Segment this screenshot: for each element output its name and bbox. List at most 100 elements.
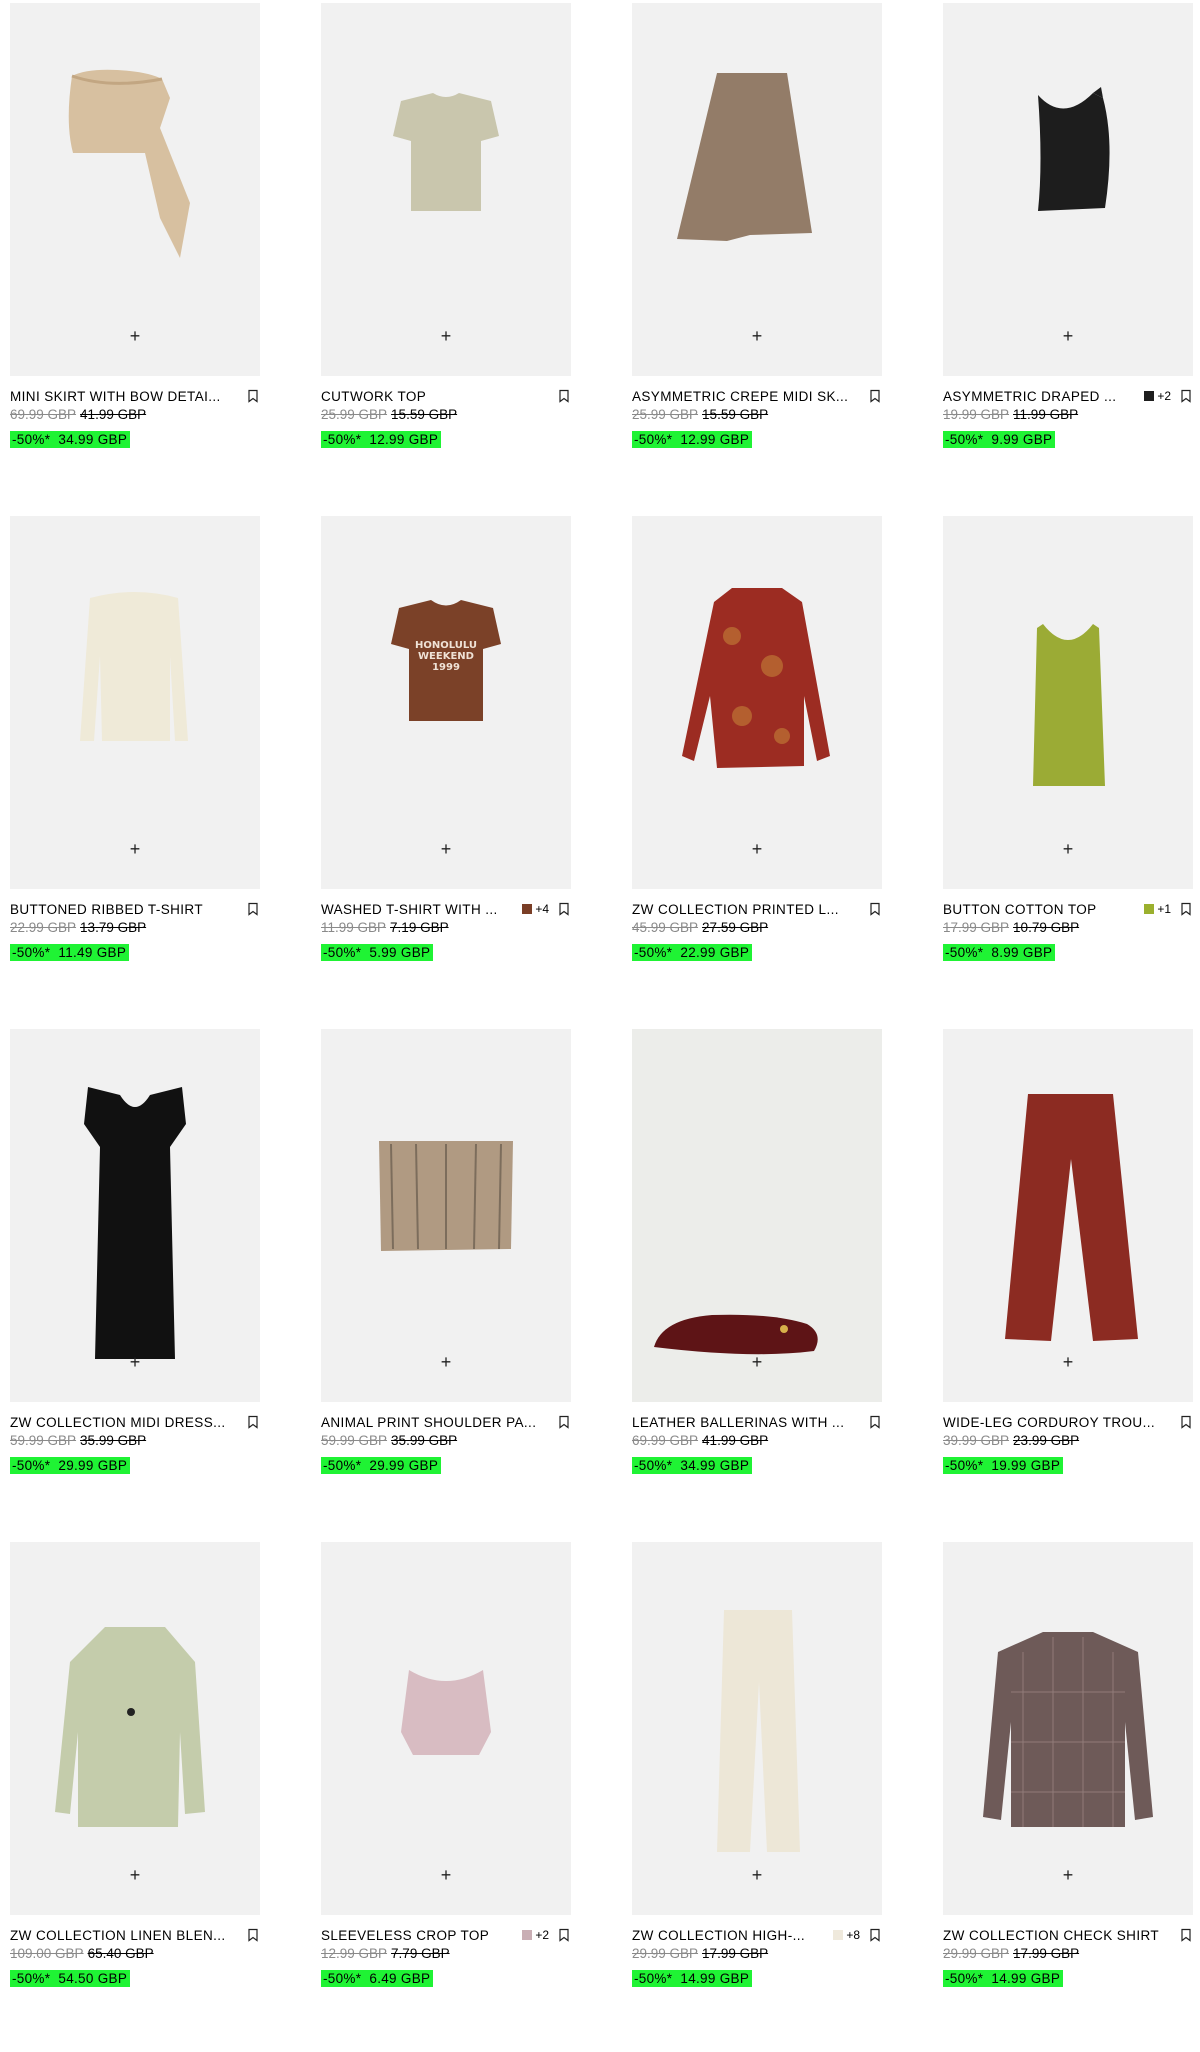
bookmark-icon[interactable]	[1179, 1414, 1193, 1430]
product-card[interactable]: + ANIMAL PRINT SHOULDER PA... 59.99 GBP 3…	[321, 1026, 571, 1539]
product-card[interactable]: + BUTTONED RIBBED T-SHIRT 22.99 GBP 13.79…	[10, 513, 260, 1026]
color-swatch[interactable]	[1144, 391, 1155, 401]
color-swatch[interactable]	[522, 1930, 533, 1940]
product-card[interactable]: + ASYMMETRIC DRAPED ... +2 19.99 GBP 11.9…	[943, 0, 1193, 513]
add-to-bag-icon[interactable]: +	[436, 326, 456, 346]
bookmark-icon[interactable]	[246, 388, 260, 404]
color-swatches[interactable]: +4	[522, 902, 549, 916]
color-swatch[interactable]	[833, 1930, 844, 1940]
product-name[interactable]: ZW COLLECTION PRINTED L...	[632, 902, 860, 917]
product-photo: HONOLULUWEEKEND1999	[391, 600, 501, 721]
bookmark-icon[interactable]	[1179, 388, 1193, 404]
add-to-bag-icon[interactable]: +	[125, 839, 145, 859]
add-to-bag-icon[interactable]: +	[1058, 326, 1078, 346]
bookmark-icon[interactable]	[1179, 1927, 1193, 1943]
product-card[interactable]: + ASYMMETRIC CREPE MIDI SK... 25.99 GBP 1…	[632, 0, 882, 513]
product-image[interactable]: HONOLULU WEEKEND 1999	[321, 516, 571, 889]
product-name[interactable]: WIDE-LEG CORDUROY TROU...	[943, 1415, 1171, 1430]
product-image[interactable]	[321, 1542, 571, 1915]
product-image[interactable]	[632, 516, 882, 889]
product-image[interactable]	[943, 1029, 1193, 1402]
svg-text:WEEKEND: WEEKEND	[418, 651, 474, 662]
product-card[interactable]: + SLEEVELESS CROP TOP +2 12.99 GBP 7.79 G…	[321, 1539, 571, 2052]
original-price: 17.99 GBP	[943, 920, 1010, 935]
color-swatches[interactable]: +2	[522, 1928, 549, 1942]
color-swatches[interactable]: +2	[1144, 389, 1171, 403]
product-photo	[983, 1632, 1153, 1827]
color-swatch[interactable]	[1144, 904, 1155, 914]
add-to-bag-icon[interactable]: +	[125, 1865, 145, 1885]
product-image[interactable]	[321, 1029, 571, 1402]
product-name[interactable]: ZW COLLECTION LINEN BLEN...	[10, 1928, 238, 1943]
product-name[interactable]: ZW COLLECTION HIGH-...	[632, 1928, 827, 1943]
product-image[interactable]	[10, 1029, 260, 1402]
price-row: 59.99 GBP 35.99 GBP	[321, 1433, 571, 1451]
product-name[interactable]: ZW COLLECTION CHECK SHIRT	[943, 1928, 1171, 1943]
product-name[interactable]: LEATHER BALLERINAS WITH ...	[632, 1415, 860, 1430]
add-to-bag-icon[interactable]: +	[1058, 839, 1078, 859]
sale-price-badge: -50%* 54.50 GBP	[10, 1970, 131, 1987]
add-to-bag-icon[interactable]: +	[125, 326, 145, 346]
add-to-bag-icon[interactable]: +	[1058, 1352, 1078, 1372]
product-name[interactable]: SLEEVELESS CROP TOP	[321, 1928, 516, 1943]
product-image[interactable]	[632, 1542, 882, 1915]
bookmark-icon[interactable]	[868, 1927, 882, 1943]
product-name[interactable]: ASYMMETRIC DRAPED ...	[943, 389, 1138, 404]
product-name[interactable]: BUTTON COTTON TOP	[943, 902, 1138, 917]
product-image[interactable]	[10, 516, 260, 889]
bookmark-icon[interactable]	[246, 901, 260, 917]
product-name[interactable]: BUTTONED RIBBED T-SHIRT	[10, 902, 238, 917]
add-to-bag-icon[interactable]: +	[436, 839, 456, 859]
bookmark-icon[interactable]	[1179, 901, 1193, 917]
color-swatches[interactable]: +8	[833, 1928, 860, 1942]
product-card[interactable]: HONOLULU WEEKEND 1999 + WASHED T-SHIRT WIT…	[321, 513, 571, 1026]
product-image[interactable]	[943, 3, 1193, 376]
bookmark-icon[interactable]	[868, 901, 882, 917]
bookmark-icon[interactable]	[557, 1414, 571, 1430]
product-card[interactable]: + ZW COLLECTION HIGH-... +8 29.99 GBP 17.…	[632, 1539, 882, 2052]
product-card[interactable]: + WIDE-LEG CORDUROY TROU... 39.99 GBP 23.…	[943, 1026, 1193, 1539]
product-card[interactable]: + ZW COLLECTION MIDI DRESS... 59.99 GBP 3…	[10, 1026, 260, 1539]
add-to-bag-icon[interactable]: +	[747, 839, 767, 859]
product-card[interactable]: + ZW COLLECTION CHECK SHIRT 29.99 GBP 17.…	[943, 1539, 1193, 2052]
original-price: 59.99 GBP	[10, 1433, 77, 1448]
bookmark-icon[interactable]	[557, 1927, 571, 1943]
product-card[interactable]: + LEATHER BALLERINAS WITH ... 69.99 GBP 4…	[632, 1026, 882, 1539]
bookmark-icon[interactable]	[868, 1414, 882, 1430]
product-name[interactable]: ANIMAL PRINT SHOULDER PA...	[321, 1415, 549, 1430]
add-to-bag-icon[interactable]: +	[436, 1352, 456, 1372]
product-name[interactable]: CUTWORK TOP	[321, 389, 549, 404]
product-name[interactable]: ASYMMETRIC CREPE MIDI SK...	[632, 389, 860, 404]
product-image[interactable]	[10, 1542, 260, 1915]
bookmark-icon[interactable]	[868, 388, 882, 404]
product-image[interactable]	[10, 3, 260, 376]
product-card[interactable]: + ZW COLLECTION PRINTED L... 45.99 GBP 27…	[632, 513, 882, 1026]
product-name[interactable]: WASHED T-SHIRT WITH ...	[321, 902, 516, 917]
bookmark-icon[interactable]	[557, 388, 571, 404]
product-image[interactable]	[321, 3, 571, 376]
product-name[interactable]: ZW COLLECTION MIDI DRESS...	[10, 1415, 238, 1430]
bookmark-icon[interactable]	[246, 1927, 260, 1943]
color-swatch[interactable]	[522, 904, 533, 914]
color-swatches[interactable]: +1	[1144, 902, 1171, 916]
bookmark-icon[interactable]	[246, 1414, 260, 1430]
product-photo	[401, 1670, 491, 1755]
product-image[interactable]	[632, 3, 882, 376]
product-image[interactable]	[943, 1542, 1193, 1915]
product-name[interactable]: MINI SKIRT WITH BOW DETAI...	[10, 389, 238, 404]
add-to-bag-icon[interactable]: +	[436, 1865, 456, 1885]
price-row: 29.99 GBP 17.99 GBP	[943, 1946, 1193, 1964]
product-image[interactable]	[943, 516, 1193, 889]
product-card[interactable]: + ZW COLLECTION LINEN BLEN... 109.00 GBP…	[10, 1539, 260, 2052]
product-card[interactable]: + MINI SKIRT WITH BOW DETAI... 69.99 GBP…	[10, 0, 260, 513]
product-image[interactable]	[632, 1029, 882, 1402]
add-to-bag-icon[interactable]: +	[747, 326, 767, 346]
product-card[interactable]: + CUTWORK TOP 25.99 GBP 15.59 GBP -50%* 1…	[321, 0, 571, 513]
bookmark-icon[interactable]	[557, 901, 571, 917]
product-info: SLEEVELESS CROP TOP +2 12.99 GBP 7.79 GBP…	[321, 1926, 571, 1988]
add-to-bag-icon[interactable]: +	[125, 1352, 145, 1372]
add-to-bag-icon[interactable]: +	[747, 1865, 767, 1885]
product-card[interactable]: + BUTTON COTTON TOP +1 17.99 GBP 10.79 GB…	[943, 513, 1193, 1026]
add-to-bag-icon[interactable]: +	[1058, 1865, 1078, 1885]
add-to-bag-icon[interactable]: +	[747, 1352, 767, 1372]
